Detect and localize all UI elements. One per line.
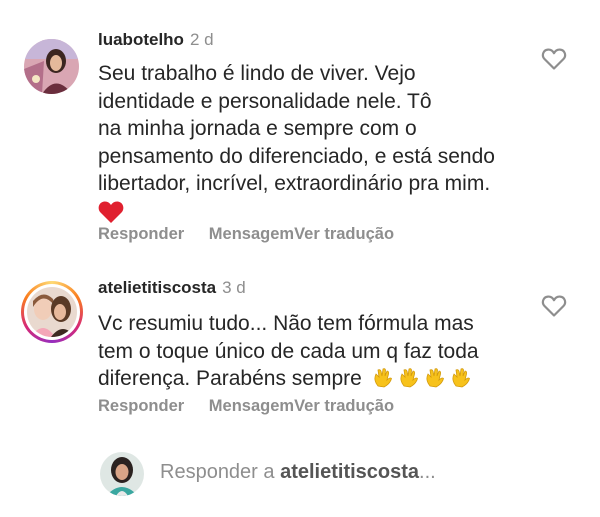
comment-line-emoji [98, 198, 538, 225]
clapping-hands-icon [374, 368, 392, 388]
clapping-hands-icon [452, 368, 470, 388]
reply-bar: Responder a atelietitiscosta... [0, 445, 600, 505]
comment-line: libertador, incrível, extraordinário pra… [98, 172, 491, 195]
message-button[interactable]: Mensagem [209, 225, 294, 244]
clapping-hands-icon [400, 368, 418, 388]
message-button[interactable]: Mensagem [209, 397, 294, 416]
comment-line: identidade e personalidade nele. Tô [98, 89, 432, 113]
comment-header: atelietitiscosta 3 d [98, 278, 246, 298]
clapping-hands-icon [426, 368, 444, 388]
comment-line: tem o toque único de cada um q faz toda [98, 339, 479, 363]
clap-emoji-group [362, 367, 472, 390]
comment-actions: Responder MensagemVer tradução [98, 225, 394, 244]
reply-placeholder-prefix: Responder a [160, 461, 281, 483]
heart-outline-icon [541, 48, 567, 70]
comment-text: Vc resumiu tudo... Não tem fórmula mas t… [98, 310, 538, 393]
reply-button[interactable]: Responder [98, 225, 184, 244]
timestamp: 2 d [189, 30, 214, 49]
heart-outline-icon [541, 295, 567, 317]
like-button[interactable] [541, 47, 567, 71]
reply-ellipsis: ... [419, 461, 436, 483]
comment-actions: Responder MensagemVer tradução [98, 397, 394, 416]
story-ring[interactable] [21, 281, 83, 343]
comment-text: Seu trabalho é lindo de viver. Vejo iden… [98, 60, 538, 225]
comment-line: diferença. Parabéns sempre [98, 365, 538, 393]
comment-line: Vc resumiu tudo... Não tem fórmula mas [98, 312, 474, 335]
reply-target-username: atelietitiscosta [280, 461, 420, 483]
username[interactable]: atelietitiscosta [98, 278, 216, 297]
translate-button[interactable]: Ver tradução [294, 225, 394, 244]
translate-button[interactable]: Ver tradução [294, 397, 394, 416]
avatar[interactable] [24, 39, 79, 94]
comment-line-text: diferença. Parabéns sempre [98, 367, 362, 390]
comment-line: Seu trabalho é lindo de viver. Vejo [98, 62, 416, 85]
red-heart-icon [98, 200, 124, 223]
like-button[interactable] [541, 294, 567, 318]
comment-header: luabotelho 2 d [98, 30, 214, 50]
timestamp: 3 d [222, 278, 246, 297]
reply-input[interactable]: Responder a atelietitiscosta... [160, 461, 436, 484]
avatar [27, 287, 77, 337]
username[interactable]: luabotelho [98, 30, 184, 49]
comment-line: na minha jornada e sempre com o [98, 117, 417, 140]
reply-button[interactable]: Responder [98, 397, 184, 416]
comment-line: pensamento do diferenciado, e está sendo [98, 144, 495, 168]
current-user-avatar [100, 452, 144, 496]
